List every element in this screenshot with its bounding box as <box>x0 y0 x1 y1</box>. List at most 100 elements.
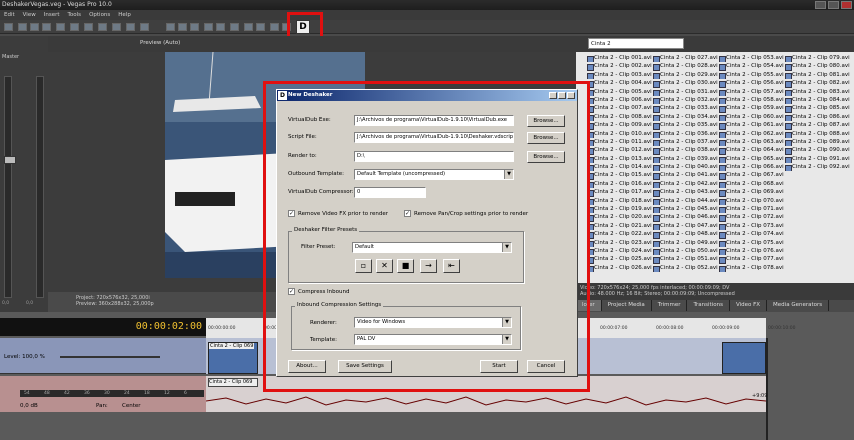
explorer-file-item[interactable]: Cinta 2 - Clip 068.avi <box>718 180 784 189</box>
toolbar-button-icon[interactable] <box>70 23 79 31</box>
toolbar-button-icon[interactable] <box>270 23 279 31</box>
toolbar-button-icon[interactable] <box>56 23 65 31</box>
explorer-file-item[interactable]: Cinta 2 - Clip 045.avi <box>652 205 718 214</box>
explorer-file-item[interactable]: Cinta 2 - Clip 071.avi <box>718 205 784 214</box>
explorer-file-item[interactable]: Cinta 2 - Clip 016.avi <box>586 180 652 189</box>
explorer-file-item[interactable]: Cinta 2 - Clip 077.avi <box>718 255 784 264</box>
explorer-file-item[interactable]: Cinta 2 - Clip 089.avi <box>784 138 850 147</box>
explorer-file-item[interactable]: Cinta 2 - Clip 079.avi <box>784 54 850 63</box>
menu-edit[interactable]: Edit <box>4 10 15 20</box>
explorer-file-item[interactable]: Cinta 2 - Clip 033.avi <box>652 104 718 113</box>
explorer-file-item[interactable]: Cinta 2 - Clip 038.avi <box>652 146 718 155</box>
toolbar-button-icon[interactable] <box>190 23 199 31</box>
explorer-file-item[interactable]: Cinta 2 - Clip 022.avi <box>586 230 652 239</box>
maximize-button[interactable] <box>828 1 839 9</box>
toolbar-button-icon[interactable] <box>230 23 239 31</box>
explorer-file-item[interactable]: Cinta 2 - Clip 053.avi <box>718 54 784 63</box>
explorer-file-item[interactable]: Cinta 2 - Clip 037.avi <box>652 138 718 147</box>
toolbar-button-icon[interactable] <box>256 23 265 31</box>
explorer-file-item[interactable]: Cinta 2 - Clip 078.avi <box>718 264 784 273</box>
close-button[interactable] <box>841 1 852 9</box>
explorer-file-item[interactable]: Cinta 2 - Clip 069.avi <box>718 188 784 197</box>
explorer-file-item[interactable]: Cinta 2 - Clip 042.avi <box>652 180 718 189</box>
explorer-file-item[interactable]: Cinta 2 - Clip 081.avi <box>784 71 850 80</box>
explorer-file-item[interactable]: Cinta 2 - Clip 052.avi <box>652 264 718 273</box>
explorer-file-item[interactable]: Cinta 2 - Clip 011.avi <box>586 138 652 147</box>
explorer-file-item[interactable]: Cinta 2 - Clip 003.avi <box>586 71 652 80</box>
explorer-file-item[interactable]: Cinta 2 - Clip 029.avi <box>652 71 718 80</box>
explorer-file-item[interactable]: Cinta 2 - Clip 009.avi <box>586 121 652 130</box>
explorer-file-item[interactable]: Cinta 2 - Clip 027.avi <box>652 54 718 63</box>
explorer-file-item[interactable]: Cinta 2 - Clip 026.avi <box>586 264 652 273</box>
explorer-file-item[interactable]: Cinta 2 - Clip 001.avi <box>586 54 652 63</box>
explorer-file-item[interactable]: Cinta 2 - Clip 063.avi <box>718 138 784 147</box>
menu-view[interactable]: View <box>23 10 36 20</box>
explorer-file-item[interactable]: Cinta 2 - Clip 024.avi <box>586 247 652 256</box>
tab-media-generators[interactable]: Media Generators <box>767 300 830 311</box>
explorer-file-item[interactable]: Cinta 2 - Clip 048.avi <box>652 230 718 239</box>
toolbar-button-icon[interactable] <box>216 23 225 31</box>
explorer-file-item[interactable]: Cinta 2 - Clip 073.avi <box>718 222 784 231</box>
toolbar-button-icon[interactable] <box>244 23 253 31</box>
explorer-file-item[interactable]: Cinta 2 - Clip 046.avi <box>652 213 718 222</box>
explorer-file-item[interactable]: Cinta 2 - Clip 020.avi <box>586 213 652 222</box>
explorer-file-item[interactable]: Cinta 2 - Clip 002.avi <box>586 62 652 71</box>
explorer-file-item[interactable]: Cinta 2 - Clip 088.avi <box>784 130 850 138</box>
explorer-file-item[interactable]: Cinta 2 - Clip 085.avi <box>784 104 850 113</box>
explorer-file-item[interactable]: Cinta 2 - Clip 080.avi <box>784 62 850 71</box>
explorer-file-item[interactable]: Cinta 2 - Clip 054.avi <box>718 62 784 71</box>
toolbar-button-icon[interactable] <box>204 23 213 31</box>
explorer-file-item[interactable]: Cinta 2 - Clip 040.avi <box>652 163 718 172</box>
tab-project-media[interactable]: Project Media <box>602 300 652 311</box>
explorer-file-item[interactable]: Cinta 2 - Clip 039.avi <box>652 155 718 164</box>
explorer-file-item[interactable]: Cinta 2 - Clip 018.avi <box>586 197 652 206</box>
tab-transitions[interactable]: Transitions <box>687 300 730 311</box>
explorer-file-item[interactable]: Cinta 2 - Clip 030.avi <box>652 79 718 88</box>
explorer-file-item[interactable]: Cinta 2 - Clip 010.avi <box>586 130 652 138</box>
explorer-file-item[interactable]: Cinta 2 - Clip 006.avi <box>586 96 652 105</box>
explorer-file-item[interactable]: Cinta 2 - Clip 058.avi <box>718 96 784 105</box>
toolbar-button-icon[interactable] <box>126 23 135 31</box>
explorer-file-item[interactable]: Cinta 2 - Clip 074.avi <box>718 230 784 239</box>
explorer-file-item[interactable]: Cinta 2 - Clip 034.avi <box>652 113 718 122</box>
menu-options[interactable]: Options <box>89 10 110 20</box>
explorer-file-item[interactable]: Cinta 2 - Clip 070.avi <box>718 197 784 206</box>
explorer-file-item[interactable]: Cinta 2 - Clip 049.avi <box>652 239 718 247</box>
video-level-slider[interactable] <box>60 356 160 358</box>
tab-video-fx[interactable]: Video FX <box>730 300 768 311</box>
minimize-button[interactable] <box>815 1 826 9</box>
explorer-file-item[interactable]: Cinta 2 - Clip 043.avi <box>652 188 718 197</box>
explorer-file-item[interactable]: Cinta 2 - Clip 023.avi <box>586 239 652 247</box>
explorer-file-item[interactable]: Cinta 2 - Clip 036.avi <box>652 130 718 138</box>
explorer-file-item[interactable]: Cinta 2 - Clip 005.avi <box>586 88 652 96</box>
video-clip-end[interactable] <box>722 342 766 374</box>
menu-tools[interactable]: Tools <box>68 10 82 20</box>
toolbar-button-icon[interactable] <box>4 23 13 31</box>
master-fader[interactable] <box>4 156 16 164</box>
explorer-file-item[interactable]: Cinta 2 - Clip 057.avi <box>718 88 784 96</box>
explorer-file-item[interactable]: Cinta 2 - Clip 060.avi <box>718 113 784 122</box>
toolbar-button-icon[interactable] <box>98 23 107 31</box>
explorer-file-item[interactable]: Cinta 2 - Clip 004.avi <box>586 79 652 88</box>
explorer-file-item[interactable]: Cinta 2 - Clip 013.avi <box>586 155 652 164</box>
preview-quality-select[interactable]: Preview (Auto) <box>140 40 180 46</box>
explorer-file-item[interactable]: Cinta 2 - Clip 062.avi <box>718 130 784 138</box>
explorer-file-item[interactable]: Cinta 2 - Clip 086.avi <box>784 113 850 122</box>
menu-help[interactable]: Help <box>118 10 131 20</box>
explorer-file-item[interactable]: Cinta 2 - Clip 050.avi <box>652 247 718 256</box>
explorer-file-item[interactable]: Cinta 2 - Clip 090.avi <box>784 146 850 155</box>
explorer-file-item[interactable]: Cinta 2 - Clip 021.avi <box>586 222 652 231</box>
explorer-file-item[interactable]: Cinta 2 - Clip 075.avi <box>718 239 784 247</box>
toolbar-button-icon[interactable] <box>178 23 187 31</box>
explorer-file-item[interactable]: Cinta 2 - Clip 017.avi <box>586 188 652 197</box>
toolbar-button-icon[interactable] <box>18 23 27 31</box>
toolbar-button-icon[interactable] <box>140 23 149 31</box>
tab-trimmer[interactable]: Trimmer <box>652 300 688 311</box>
audio-clip-label[interactable]: Cinta 2 - Clip 069 <box>208 378 258 387</box>
explorer-file-item[interactable]: Cinta 2 - Clip 083.avi <box>784 88 850 96</box>
explorer-file-item[interactable]: Cinta 2 - Clip 044.avi <box>652 197 718 206</box>
explorer-file-item[interactable]: Cinta 2 - Clip 065.avi <box>718 155 784 164</box>
explorer-file-item[interactable]: Cinta 2 - Clip 028.avi <box>652 62 718 71</box>
explorer-file-item[interactable]: Cinta 2 - Clip 061.avi <box>718 121 784 130</box>
explorer-file-item[interactable]: Cinta 2 - Clip 067.avi <box>718 171 784 180</box>
